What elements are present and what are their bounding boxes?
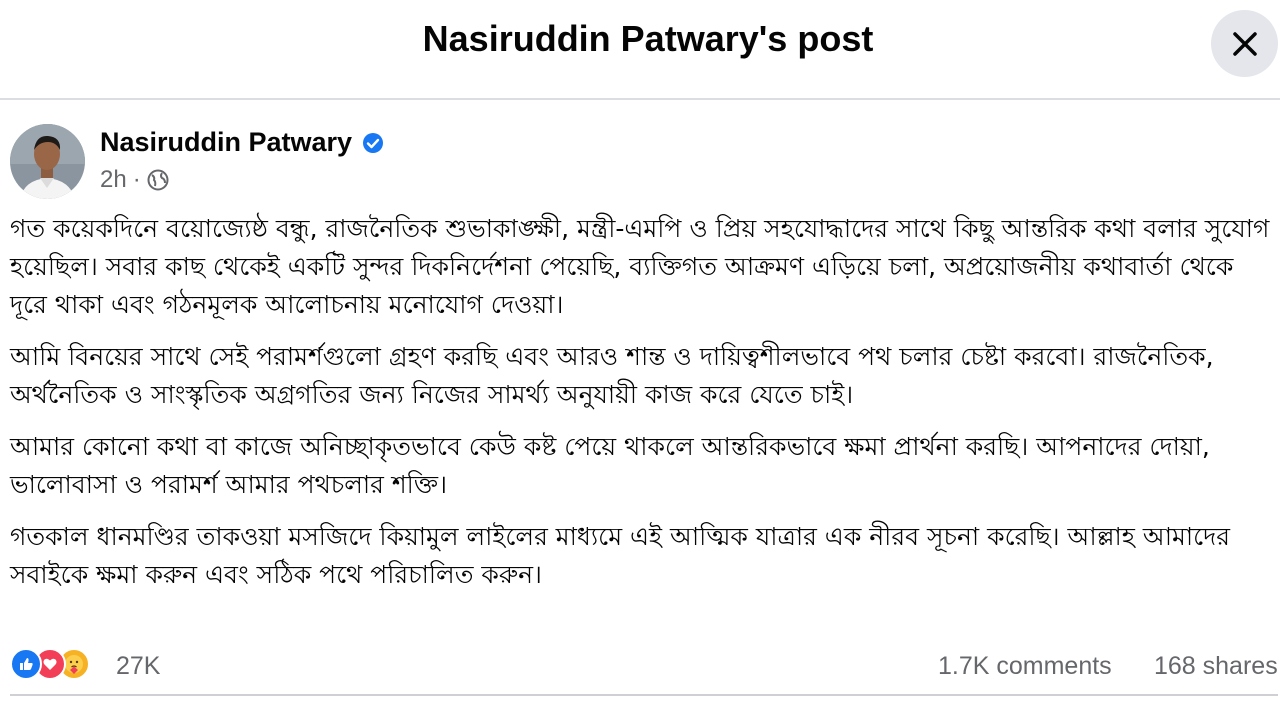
post-paragraph: গতকাল ধানমণ্ডির তাকওয়া মসজিদে কিয়ামুল …: [10, 522, 1231, 589]
divider: [10, 694, 1278, 696]
post-paragraph: আমার কোনো কথা বা কাজে অনিচ্ছাকৃতভাবে কেউ…: [10, 432, 1210, 499]
meta-separator-dot: ·: [132, 166, 141, 193]
like-icon: [10, 648, 42, 680]
shares-count[interactable]: 168 shares: [1154, 652, 1280, 681]
profile-photo: [10, 124, 85, 199]
comments-count[interactable]: 1.7K comments: [938, 652, 1112, 681]
post-paragraph: আমি বিনয়ের সাথে সেই পরামর্শগুলো গ্রহণ ক…: [10, 342, 1214, 409]
verified-badge-icon: [363, 132, 384, 153]
reaction-count[interactable]: 27K: [116, 652, 160, 681]
author-name-text: Nasiruddin Patwary: [100, 127, 353, 157]
post-content: গত কয়েকদিনে বয়োজ্যেষ্ঠ বন্ধু, রাজনৈতিক…: [10, 210, 1278, 608]
globe-icon[interactable]: [147, 169, 169, 191]
post-meta: 2h ·: [100, 166, 169, 194]
dialog-header: Nasiruddin Patwary's post: [0, 0, 1280, 100]
close-icon: [1232, 31, 1257, 56]
author-name[interactable]: Nasiruddin Patwary: [100, 127, 384, 158]
dialog-title: Nasiruddin Patwary's post: [422, 18, 874, 59]
close-button[interactable]: [1211, 10, 1278, 77]
post-time[interactable]: 2h: [100, 166, 127, 194]
post-paragraph: গত কয়েকদিনে বয়োজ্যেষ্ঠ বন্ধু, রাজনৈতিক…: [10, 214, 1270, 319]
reaction-icons[interactable]: [10, 648, 90, 680]
avatar[interactable]: [10, 124, 85, 199]
